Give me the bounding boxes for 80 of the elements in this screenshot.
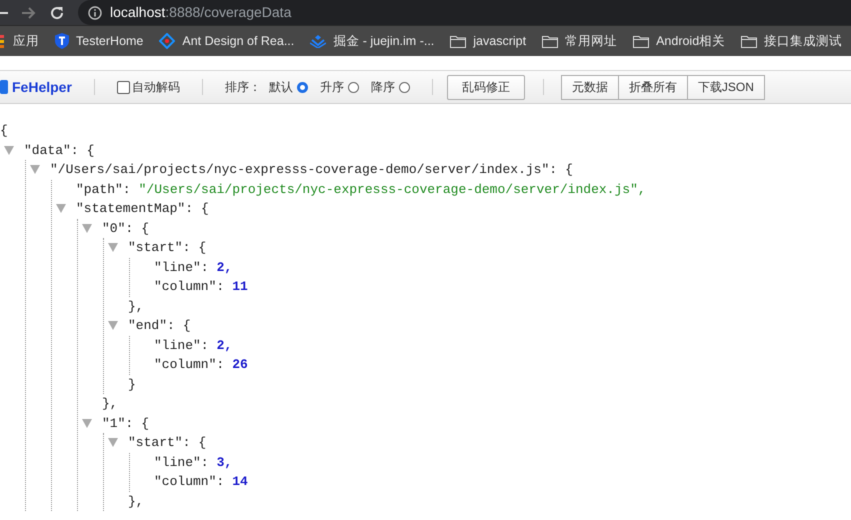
folder-icon: [633, 34, 650, 48]
json-key: "line":: [154, 336, 209, 355]
json-key: "line":: [154, 452, 209, 472]
checkbox-box[interactable]: [116, 80, 130, 94]
number-value: 2,: [216, 336, 232, 354]
bookmark-item[interactable]: TesterHome: [55, 33, 144, 49]
toolbar-button[interactable]: 元数据: [560, 74, 619, 100]
json-key: "path":: [76, 180, 131, 199]
close-brace: },: [102, 395, 118, 413]
open-brace: {: [141, 220, 150, 238]
open-brace: {: [86, 142, 94, 160]
collapse-triangle-icon[interactable]: [108, 243, 118, 252]
fehelper-logo-icon: [0, 80, 8, 94]
sort-radio-option[interactable]: 升序: [320, 78, 359, 96]
bookmark-item[interactable]: 应用: [0, 32, 39, 50]
json-key: "statementMap":: [76, 199, 194, 218]
open-brace: {: [182, 317, 191, 335]
number-value: 11: [232, 278, 248, 296]
diamond-icon: [159, 33, 176, 49]
json-key: "start":: [128, 433, 190, 452]
collapse-triangle-icon[interactable]: [56, 204, 66, 214]
json-key: "0":: [102, 218, 134, 238]
number-value: 14: [232, 473, 248, 491]
bookmark-item[interactable]: Ant Design of Rea...: [159, 33, 294, 49]
radio-circle[interactable]: [348, 82, 359, 92]
string-value: "/Users/sai/projects/nyc-expresss-coverage-demo/server/index.js",: [138, 180, 646, 198]
close-brace: },: [128, 298, 144, 316]
number-value: 26: [232, 356, 248, 374]
json-key: "start":: [128, 238, 190, 258]
folder-icon: [542, 34, 558, 48]
folder-icon: [741, 34, 758, 48]
bookmark-item[interactable]: javascript: [450, 34, 526, 48]
fix-encoding-button[interactable]: 乱码修正: [446, 74, 525, 100]
url-path: :8888/coverageData: [165, 4, 292, 20]
sort-radio-option[interactable]: 默认: [268, 78, 308, 96]
chevrons-icon: [310, 34, 326, 48]
info-icon[interactable]: [88, 6, 102, 20]
open-brace: {: [565, 161, 573, 179]
toolbar-button[interactable]: 下载JSON: [686, 74, 765, 100]
bookmark-item[interactable]: 接口集成测试: [741, 32, 842, 50]
reload-icon[interactable]: [50, 6, 64, 20]
bookmark-item[interactable]: 掘金 - juejin.im -...: [310, 32, 434, 50]
url-host: localhost: [110, 4, 166, 20]
json-key: "column":: [154, 355, 224, 374]
collapse-triangle-icon[interactable]: [82, 418, 92, 428]
json-key: "column":: [154, 277, 224, 296]
bookmark-item[interactable]: Android相关: [633, 32, 726, 50]
json-key: "column":: [154, 472, 224, 492]
json-key: "data":: [24, 140, 79, 160]
number-value: 2,: [216, 258, 232, 276]
radio-circle[interactable]: [398, 82, 410, 92]
shield-icon: [55, 33, 69, 49]
brand-title: FeHelper: [12, 79, 72, 95]
open-brace: {: [198, 239, 206, 257]
bookmark-item[interactable]: 常用网址: [542, 32, 618, 50]
apps-grid-icon: [0, 34, 6, 48]
open-brace: {: [0, 122, 8, 140]
json-key: "/Users/sai/projects/nyc-expresss-coverage-demo/server/index.js":: [50, 160, 558, 180]
address-bar[interactable]: localhost:8888/coverageData: [78, 0, 851, 25]
sort-label: 排序：: [224, 78, 261, 96]
forward-arrow-icon[interactable]: [22, 6, 36, 20]
number-value: 3,: [216, 454, 232, 472]
open-brace: {: [198, 434, 206, 452]
sort-radio-option[interactable]: 降序: [370, 78, 410, 96]
auto-decode-checkbox[interactable]: 自动解码: [116, 78, 180, 96]
collapse-triangle-icon[interactable]: [82, 224, 92, 233]
json-key: "1":: [102, 414, 134, 433]
json-key: "end":: [128, 316, 175, 336]
collapse-triangle-icon[interactable]: [30, 165, 40, 174]
open-brace: {: [201, 200, 209, 218]
collapse-triangle-icon[interactable]: [108, 321, 118, 330]
close-brace: }: [128, 376, 136, 394]
radio-circle[interactable]: [296, 82, 308, 92]
collapse-triangle-icon[interactable]: [108, 438, 118, 448]
toolbar-button[interactable]: 折叠所有: [618, 74, 688, 100]
json-key: "line":: [154, 258, 209, 277]
collapse-triangle-icon[interactable]: [4, 146, 14, 155]
close-brace: },: [128, 492, 144, 510]
open-brace: {: [141, 414, 150, 432]
folder-icon: [450, 34, 466, 48]
